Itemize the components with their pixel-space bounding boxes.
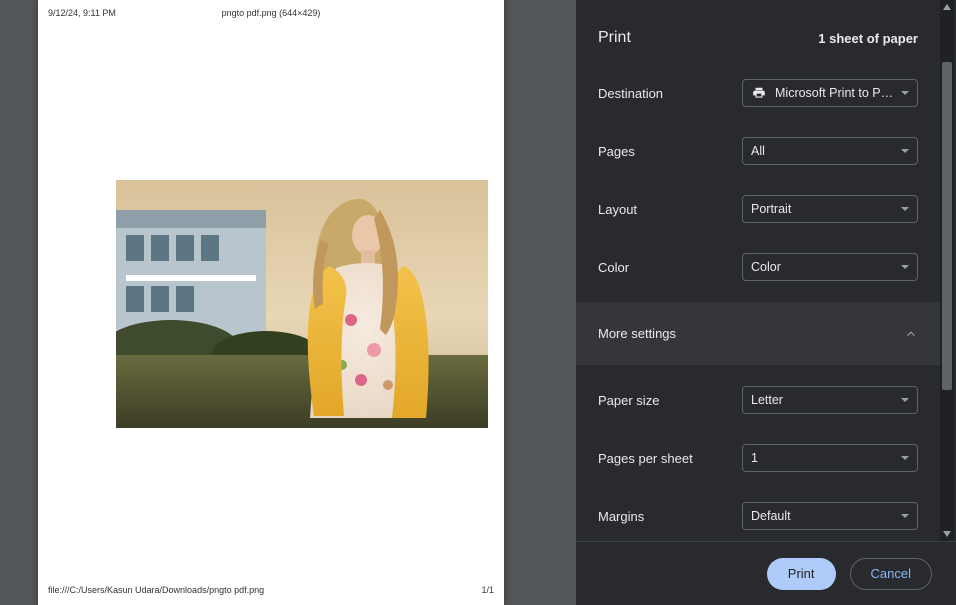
chevron-down-icon: [901, 91, 909, 95]
chevron-down-icon: [901, 149, 909, 153]
preview-file-path: file:///C:/Users/Kasun Udara/Downloads/p…: [48, 585, 264, 595]
pages-per-sheet-select[interactable]: 1: [742, 444, 918, 472]
print-button[interactable]: Print: [767, 558, 836, 590]
paper-size-row: Paper size Letter: [576, 371, 940, 429]
pages-value: All: [751, 144, 895, 158]
layout-select[interactable]: Portrait: [742, 195, 918, 223]
sheet-count: 1 sheet of paper: [818, 31, 918, 46]
more-settings-toggle[interactable]: More settings: [576, 302, 940, 365]
print-settings-panel: Print 1 sheet of paper Destination Micro…: [576, 0, 956, 605]
pages-per-sheet-row: Pages per sheet 1: [576, 429, 940, 487]
preview-page: 9/12/24, 9:11 PM pngto pdf.png (644×429): [38, 0, 504, 605]
scroll-up-button[interactable]: [940, 0, 954, 14]
margins-label: Margins: [598, 509, 742, 524]
preview-image: [116, 180, 488, 428]
chevron-up-icon: [904, 327, 918, 341]
preview-page-number: 1/1: [481, 585, 494, 595]
basic-settings-section: Destination Microsoft Print to PDF Pages…: [576, 58, 940, 302]
panel-header: Print 1 sheet of paper: [576, 0, 940, 58]
more-settings-label: More settings: [598, 326, 676, 341]
layout-value: Portrait: [751, 202, 895, 216]
destination-label: Destination: [598, 86, 742, 101]
panel-footer: Print Cancel: [576, 541, 956, 605]
paper-size-value: Letter: [751, 393, 895, 407]
destination-value: Microsoft Print to PDF: [775, 86, 895, 100]
color-row: Color Color: [576, 238, 940, 296]
color-select[interactable]: Color: [742, 253, 918, 281]
preview-page-footer: file:///C:/Users/Kasun Udara/Downloads/p…: [48, 585, 494, 595]
layout-row: Layout Portrait: [576, 180, 940, 238]
chevron-down-icon: [901, 514, 909, 518]
layout-label: Layout: [598, 202, 742, 217]
panel-scrollbar[interactable]: [940, 0, 954, 541]
margins-value: Default: [751, 509, 895, 523]
preview-filename: pngto pdf.png (644×429): [38, 8, 504, 18]
pages-row: Pages All: [576, 122, 940, 180]
pages-select[interactable]: All: [742, 137, 918, 165]
pages-per-sheet-label: Pages per sheet: [598, 451, 742, 466]
pages-per-sheet-value: 1: [751, 451, 895, 465]
pages-label: Pages: [598, 144, 742, 159]
paper-size-select[interactable]: Letter: [742, 386, 918, 414]
margins-select[interactable]: Default: [742, 502, 918, 530]
destination-select[interactable]: Microsoft Print to PDF: [742, 79, 918, 107]
paper-size-label: Paper size: [598, 393, 742, 408]
chevron-down-icon: [901, 398, 909, 402]
chevron-down-icon: [901, 207, 909, 211]
print-preview-pane: 9/12/24, 9:11 PM pngto pdf.png (644×429): [0, 0, 576, 605]
chevron-down-icon: [901, 456, 909, 460]
printer-icon: [751, 86, 767, 100]
chevron-down-icon: [901, 265, 909, 269]
color-label: Color: [598, 260, 742, 275]
scroll-thumb[interactable]: [942, 62, 952, 390]
scroll-track[interactable]: [940, 14, 954, 527]
destination-row: Destination Microsoft Print to PDF: [576, 64, 940, 122]
margins-row: Margins Default: [576, 487, 940, 541]
more-settings-section: Paper size Letter Pages per sheet 1 Marg…: [576, 365, 940, 541]
preview-page-header: 9/12/24, 9:11 PM pngto pdf.png (644×429): [38, 0, 504, 18]
scroll-down-button[interactable]: [940, 527, 954, 541]
cancel-button[interactable]: Cancel: [850, 558, 932, 590]
color-value: Color: [751, 260, 895, 274]
panel-title: Print: [598, 29, 631, 47]
